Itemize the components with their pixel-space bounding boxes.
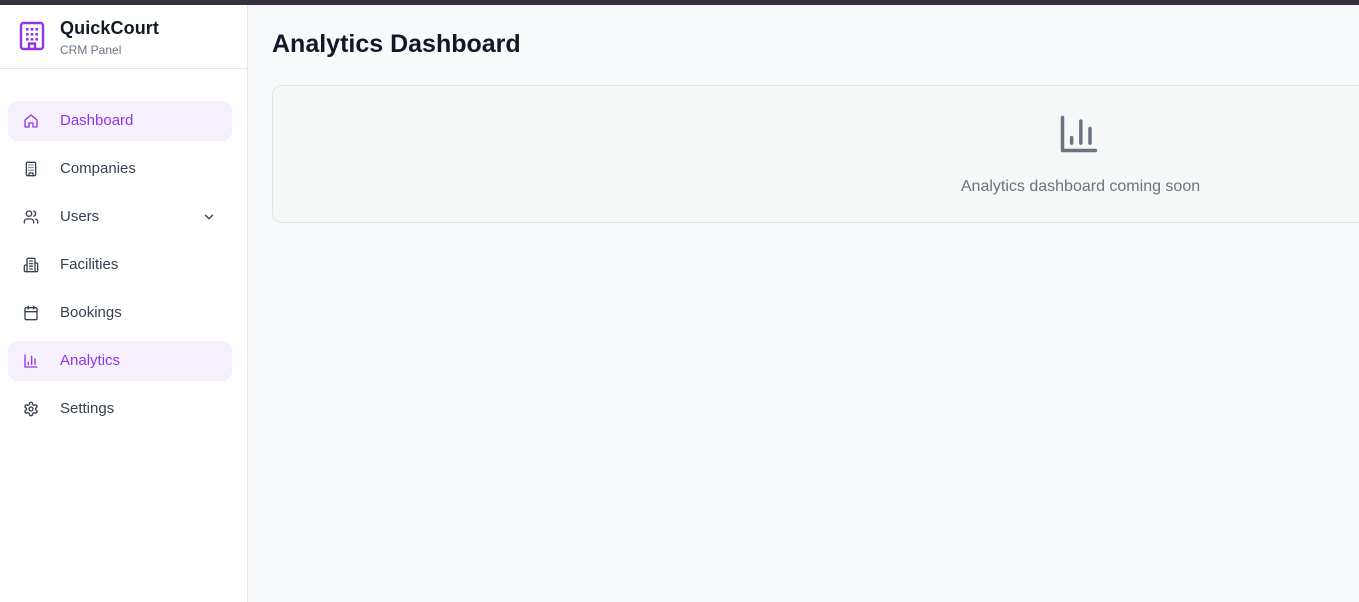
main-content: Analytics Dashboard Analytics dashboard …: [249, 5, 1359, 602]
sidebar: QuickCourt CRM Panel Dashboard Companies: [0, 5, 248, 602]
sidebar-item-dashboard[interactable]: Dashboard: [8, 101, 232, 141]
bar-chart-icon: [1057, 112, 1101, 156]
sidebar-item-label: Settings: [60, 400, 115, 417]
sidebar-item-label: Bookings: [60, 304, 122, 321]
building-icon: [23, 161, 39, 177]
brand-header: QuickCourt CRM Panel: [0, 5, 247, 69]
brand-title: QuickCourt: [60, 18, 160, 38]
calendar-icon: [23, 305, 39, 321]
placeholder-text: Analytics dashboard coming soon: [960, 178, 1201, 195]
sidebar-item-label: Users: [60, 208, 100, 225]
sidebar-item-analytics[interactable]: Analytics: [8, 341, 232, 381]
gear-icon: [23, 401, 39, 417]
sidebar-item-label: Facilities: [60, 256, 119, 273]
chevron-down-icon[interactable]: [202, 210, 216, 224]
home-icon: [23, 113, 39, 129]
sidebar-item-label: Analytics: [60, 352, 121, 369]
sidebar-item-bookings[interactable]: Bookings: [8, 293, 232, 333]
users-icon: [23, 209, 39, 225]
analytics-placeholder-card: Analytics dashboard coming soon: [272, 85, 1359, 223]
bar-chart-icon: [23, 353, 39, 369]
sidebar-item-label: Companies: [60, 160, 136, 177]
sidebar-item-label: Dashboard: [60, 112, 134, 129]
sidebar-item-companies[interactable]: Companies: [8, 149, 232, 189]
sidebar-item-settings[interactable]: Settings: [8, 389, 232, 429]
brand-subtitle: CRM Panel: [60, 43, 122, 57]
page-title: Analytics Dashboard: [272, 30, 521, 58]
sidebar-nav: Dashboard Companies Users Facilities Boo…: [8, 101, 232, 437]
sidebar-item-users[interactable]: Users: [8, 197, 232, 237]
facility-icon: [23, 257, 39, 273]
sidebar-item-facilities[interactable]: Facilities: [8, 245, 232, 285]
building-icon: [18, 21, 46, 51]
